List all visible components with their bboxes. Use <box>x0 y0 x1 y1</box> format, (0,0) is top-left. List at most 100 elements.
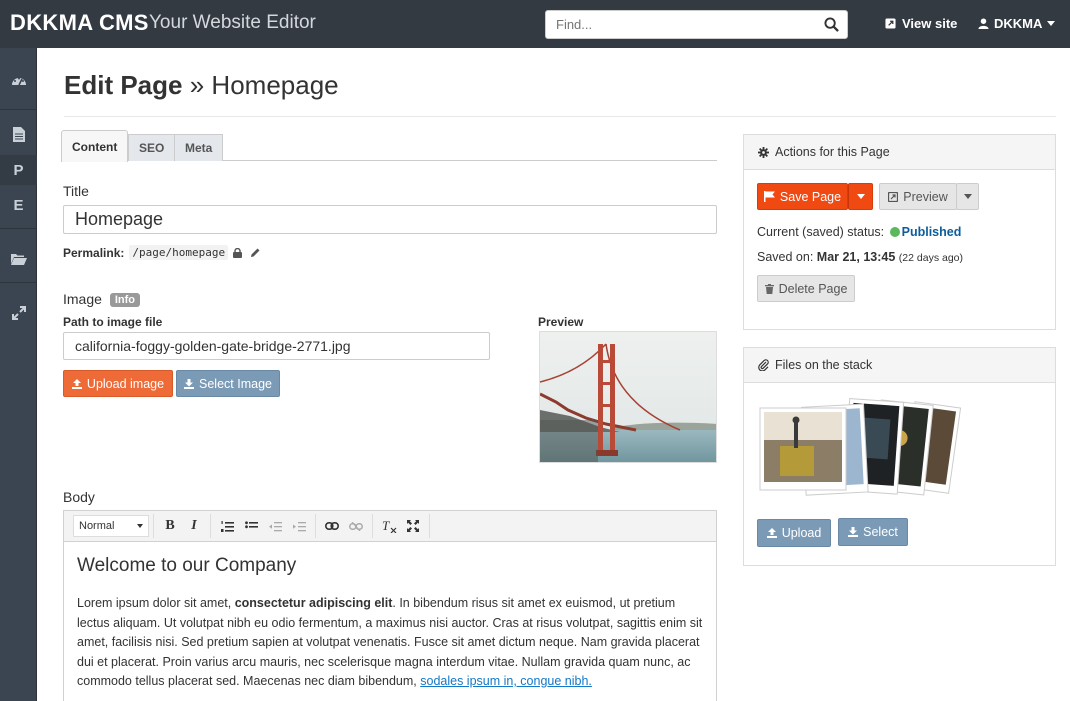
saved-ago: (22 days ago) <box>898 252 964 264</box>
permalink: Permalink: /page/homepage <box>63 245 261 260</box>
sidebar-item-pages[interactable] <box>0 119 37 149</box>
editor-tabs: Content SEO Meta <box>61 130 717 162</box>
status-label: Current (saved) status: <box>757 225 885 239</box>
editor-heading: Welcome to our Company <box>77 555 297 576</box>
preview-icon <box>888 191 899 202</box>
permalink-label: Permalink: <box>63 245 125 260</box>
indent-icon <box>292 521 306 531</box>
preview-button[interactable]: Preview <box>879 183 957 210</box>
saved-label: Saved on: <box>757 250 814 264</box>
numbered-list-icon <box>220 520 234 532</box>
status-line: Current (saved) status: Published <box>757 225 961 239</box>
tab-content[interactable]: Content <box>61 130 129 162</box>
preview-options-dropdown[interactable] <box>956 183 979 210</box>
paragraph-text-start: Lorem ipsum dolor sit amet, <box>77 596 235 610</box>
save-page-label: Save Page <box>779 189 842 204</box>
files-select-button[interactable]: Select <box>838 518 908 546</box>
sidebar-item-expand[interactable] <box>0 298 37 328</box>
search-icon[interactable] <box>824 17 839 35</box>
editor-paragraph: Lorem ipsum dolor sit amet, consectetur … <box>77 594 703 692</box>
tab-seo[interactable]: SEO <box>128 134 176 161</box>
bulleted-list-icon <box>244 520 258 528</box>
view-site-label: View site <box>902 16 958 31</box>
caret-down-icon <box>963 194 972 199</box>
preview-label: Preview <box>903 189 948 204</box>
remove-format-icon: T <box>382 520 396 533</box>
sidebar-item-p[interactable]: P <box>0 155 37 185</box>
format-select-value: Normal <box>79 520 115 532</box>
italic-button[interactable]: I <box>182 515 206 537</box>
path-label: Path to image file <box>63 315 163 329</box>
sidebar-item-dashboard[interactable] <box>0 65 37 95</box>
sidebar-p-label: P <box>13 161 24 179</box>
image-path-input[interactable]: california-foggy-golden-gate-bridge-2771… <box>63 332 490 360</box>
search-box <box>545 10 848 39</box>
save-page-button[interactable]: Save Page <box>757 183 848 210</box>
maximize-icon <box>407 520 419 532</box>
unlink-button[interactable] <box>344 515 368 537</box>
file-icon <box>12 126 25 142</box>
select-image-label: Select Image <box>199 376 272 391</box>
upload-icon <box>71 378 82 389</box>
pencil-icon[interactable] <box>250 247 261 258</box>
lock-icon[interactable] <box>233 247 243 258</box>
paperclip-icon <box>758 359 769 371</box>
numbered-list-button[interactable] <box>215 515 239 537</box>
title-input[interactable]: Homepage <box>63 205 717 234</box>
expand-icon <box>11 306 26 320</box>
paragraph-link[interactable]: sodales ipsum in, congue nibh. <box>420 674 592 688</box>
link-button[interactable] <box>320 515 344 537</box>
status-dot-icon <box>889 227 900 237</box>
upload-image-label: Upload image <box>86 376 165 391</box>
user-icon <box>978 18 989 29</box>
brand-logo[interactable]: DKKMA CMS <box>10 10 149 36</box>
maximize-button[interactable] <box>401 515 425 537</box>
divider <box>64 116 1056 117</box>
format-select[interactable]: Normal <box>73 515 149 537</box>
upload-icon <box>766 528 777 538</box>
tab-meta[interactable]: Meta <box>174 134 224 161</box>
sidebar-item-files[interactable] <box>0 244 37 274</box>
files-panel: Files on the stack Upload Select <box>743 347 1056 566</box>
indent-button[interactable] <box>287 515 311 537</box>
sidebar-item-e[interactable]: E <box>0 190 37 220</box>
user-menu[interactable]: DKKMA <box>978 16 1056 31</box>
caret-down-icon <box>137 524 143 528</box>
files-upload-button[interactable]: Upload <box>757 519 831 547</box>
files-upload-label: Upload <box>781 526 822 540</box>
trash-icon <box>764 283 774 294</box>
download-icon <box>848 527 859 537</box>
save-options-dropdown[interactable] <box>848 183 873 210</box>
outdent-button[interactable] <box>263 515 287 537</box>
body-label: Body <box>63 489 95 505</box>
page-title-name: Homepage <box>211 70 339 100</box>
external-link-icon <box>885 18 896 29</box>
rich-text-editor[interactable]: Welcome to our Company Lorem ipsum dolor… <box>63 542 717 701</box>
image-label-text: Image <box>63 291 102 307</box>
flag-icon <box>763 191 775 202</box>
user-name: DKKMA <box>994 16 1043 31</box>
top-navbar: DKKMA CMS Your Website Editor View site … <box>0 0 1070 48</box>
saved-line: Saved on: Mar 21, 13:45 (22 days ago) <box>757 250 963 264</box>
select-image-button[interactable]: Select Image <box>176 370 280 397</box>
status-value: Published <box>901 225 962 239</box>
upload-image-button[interactable]: Upload image <box>63 370 173 397</box>
delete-page-button[interactable]: Delete Page <box>757 275 855 302</box>
caret-down-icon <box>1047 20 1056 26</box>
files-stack-thumbnails[interactable] <box>758 398 964 503</box>
caret-down-icon <box>856 194 865 199</box>
title-label: Title <box>63 183 89 199</box>
link-icon <box>325 522 339 530</box>
info-badge[interactable]: Info <box>109 293 140 308</box>
bulleted-list-button[interactable] <box>239 515 263 537</box>
bold-button[interactable]: B <box>158 515 182 537</box>
actions-panel: Actions for this Page Save Page Preview … <box>743 134 1056 330</box>
view-site-link[interactable]: View site <box>885 16 957 31</box>
remove-format-button[interactable]: T <box>377 515 401 537</box>
files-heading: Files on the stack <box>775 358 873 372</box>
dashboard-icon <box>11 77 26 86</box>
download-icon <box>184 378 195 389</box>
files-select-label: Select <box>863 525 898 539</box>
search-input[interactable] <box>546 11 806 38</box>
saved-date: Mar 21, 13:45 <box>816 250 896 264</box>
